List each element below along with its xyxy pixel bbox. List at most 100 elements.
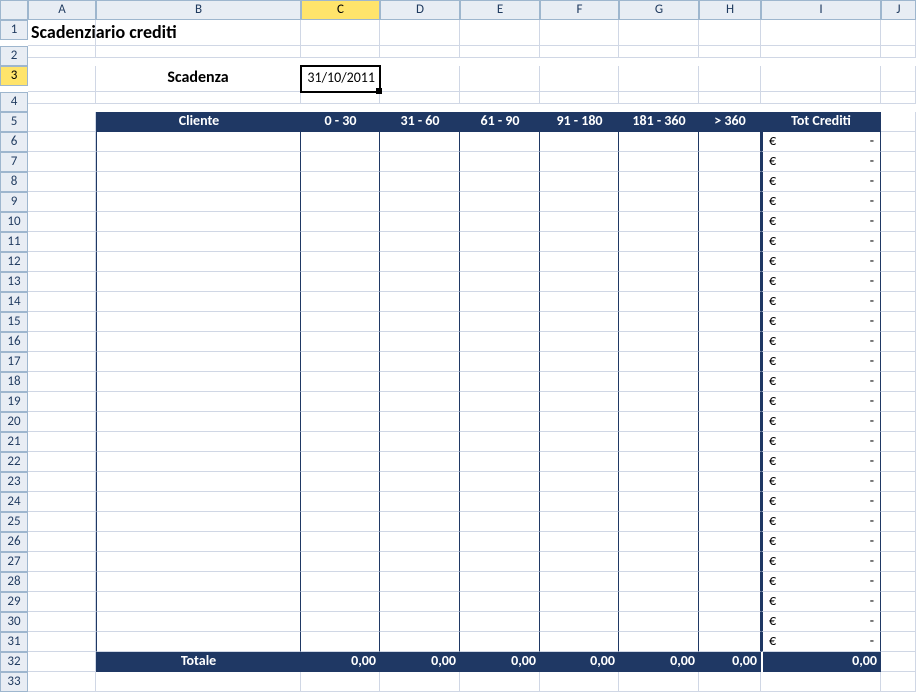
table-cell-r26-c5[interactable] [619,532,699,552]
row-header-21[interactable]: 21 [0,432,28,452]
cell-A26[interactable] [28,532,96,552]
cell-A19[interactable] [28,392,96,412]
cell-r4-c6[interactable] [619,92,699,104]
tot-crediti-cell-r24[interactable]: €- [761,492,881,512]
table-cell-r12-c2[interactable] [380,252,460,272]
table-cell-r26-c6[interactable] [699,532,761,552]
cell-r1-c2[interactable] [301,20,380,46]
table-cell-r19-c5[interactable] [619,392,699,412]
col-header-A[interactable]: A [28,0,96,20]
cell-r4-c3[interactable] [380,92,460,104]
table-cell-r9-c3[interactable] [460,192,540,212]
cell-A3[interactable] [28,66,96,92]
table-cell-r13-c3[interactable] [460,272,540,292]
cell-A28[interactable] [28,572,96,592]
cell-J28[interactable] [881,572,916,592]
cell-r3-c9[interactable] [881,66,916,92]
cell-J6[interactable] [881,132,916,152]
tot-crediti-cell-r27[interactable]: €- [761,552,881,572]
tot-crediti-cell-r22[interactable]: €- [761,452,881,472]
table-cell-r15-c3[interactable] [460,312,540,332]
table-cell-r18-c4[interactable] [540,372,619,392]
cell-A13[interactable] [28,272,96,292]
table-cell-r7-c6[interactable] [699,152,761,172]
table-cell-r7-c1[interactable] [301,152,380,172]
row-header-22[interactable]: 22 [0,452,28,472]
cell-J12[interactable] [881,252,916,272]
cell-r33-c3[interactable] [380,672,460,692]
table-cell-r15-c6[interactable] [699,312,761,332]
table-cell-r10-c3[interactable] [460,212,540,232]
table-cell-r21-c0[interactable] [96,432,301,452]
table-cell-r9-c1[interactable] [301,192,380,212]
cell-r4-c0[interactable] [28,92,96,104]
table-cell-r24-c0[interactable] [96,492,301,512]
table-cell-r13-c6[interactable] [699,272,761,292]
cell-r3-c3[interactable] [380,66,460,92]
table-cell-r14-c3[interactable] [460,292,540,312]
cell-r2-c8[interactable] [761,46,881,58]
table-cell-r31-c5[interactable] [619,632,699,652]
cell-A27[interactable] [28,552,96,572]
cell-A32[interactable] [28,652,96,672]
table-cell-r27-c5[interactable] [619,552,699,572]
table-cell-r20-c4[interactable] [540,412,619,432]
table-cell-r22-c2[interactable] [380,452,460,472]
cell-J9[interactable] [881,192,916,212]
table-cell-r26-c1[interactable] [301,532,380,552]
cell-r1-c1[interactable] [96,20,301,46]
table-cell-r18-c0[interactable] [96,372,301,392]
table-cell-r26-c0[interactable] [96,532,301,552]
table-cell-r22-c1[interactable] [301,452,380,472]
table-cell-r12-c6[interactable] [699,252,761,272]
table-cell-r11-c3[interactable] [460,232,540,252]
cell-r1-c4[interactable] [460,20,540,46]
table-cell-r31-c1[interactable] [301,632,380,652]
table-cell-r6-c3[interactable] [460,132,540,152]
table-cell-r31-c4[interactable] [540,632,619,652]
cell-J32[interactable] [881,652,916,672]
tot-crediti-cell-r25[interactable]: €- [761,512,881,532]
table-cell-r7-c0[interactable] [96,152,301,172]
tot-crediti-cell-r28[interactable]: €- [761,572,881,592]
tot-crediti-cell-r21[interactable]: €- [761,432,881,452]
row-header-28[interactable]: 28 [0,572,28,592]
row-header-31[interactable]: 31 [0,632,28,652]
tot-crediti-cell-r20[interactable]: €- [761,412,881,432]
table-cell-r22-c3[interactable] [460,452,540,472]
cell-J24[interactable] [881,492,916,512]
table-cell-r25-c4[interactable] [540,512,619,532]
cell-r33-c1[interactable] [96,672,301,692]
table-cell-r30-c3[interactable] [460,612,540,632]
cell-A8[interactable] [28,172,96,192]
table-cell-r21-c2[interactable] [380,432,460,452]
table-cell-r11-c6[interactable] [699,232,761,252]
cell-r4-c7[interactable] [699,92,761,104]
table-cell-r14-c4[interactable] [540,292,619,312]
table-cell-r15-c4[interactable] [540,312,619,332]
table-cell-r6-c6[interactable] [699,132,761,152]
tot-crediti-cell-r31[interactable]: €- [761,632,881,652]
cell-r33-c5[interactable] [540,672,619,692]
cell-A6[interactable] [28,132,96,152]
table-cell-r9-c2[interactable] [380,192,460,212]
cell-r33-c7[interactable] [699,672,761,692]
cell-A5[interactable] [28,112,96,132]
table-cell-r12-c3[interactable] [460,252,540,272]
table-cell-r8-c4[interactable] [540,172,619,192]
table-cell-r13-c5[interactable] [619,272,699,292]
table-cell-r21-c5[interactable] [619,432,699,452]
table-cell-r6-c5[interactable] [619,132,699,152]
table-cell-r14-c6[interactable] [699,292,761,312]
table-cell-r20-c2[interactable] [380,412,460,432]
spreadsheet-grid[interactable]: ABCDEFGHIJ1Scadenziario crediti23Scadenz… [0,0,923,692]
table-cell-r10-c5[interactable] [619,212,699,232]
tot-crediti-cell-r6[interactable]: €- [761,132,881,152]
table-cell-r20-c0[interactable] [96,412,301,432]
table-cell-r7-c4[interactable] [540,152,619,172]
table-cell-r24-c1[interactable] [301,492,380,512]
table-cell-r8-c3[interactable] [460,172,540,192]
table-cell-r22-c4[interactable] [540,452,619,472]
cell-A10[interactable] [28,212,96,232]
table-cell-r8-c0[interactable] [96,172,301,192]
